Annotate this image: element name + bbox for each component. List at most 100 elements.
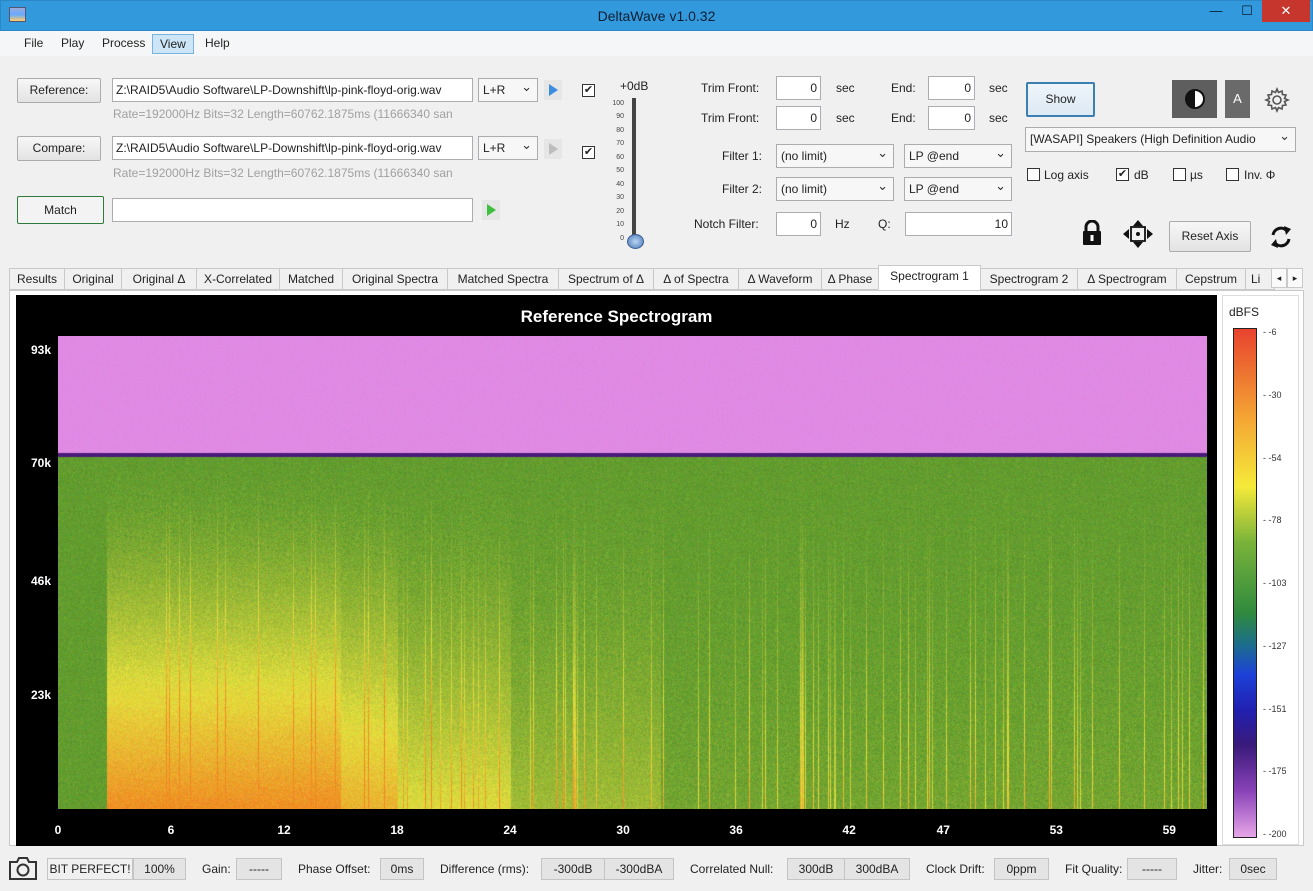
menu-play[interactable]: Play — [54, 34, 91, 54]
spectrogram-plot[interactable]: Reference Spectrogram 0 6 12 18 24 30 36 42 47 53… — [16, 295, 1217, 846]
compare-play-icon[interactable] — [544, 139, 562, 159]
sec-unit: sec — [989, 81, 1008, 95]
phase-offset-value: 0ms — [380, 858, 424, 880]
difference-db-value: -300dB — [541, 858, 605, 880]
gain-value: ----- — [236, 858, 282, 880]
x-tick-label: 0 — [54, 823, 62, 837]
correlated-null-dba-value: 300dBA — [844, 858, 910, 880]
volume-tick: 60 — [616, 154, 624, 161]
reference-button[interactable]: Reference: — [17, 78, 101, 103]
font-size-button[interactable]: A — [1225, 80, 1250, 118]
volume-tick: 90 — [616, 113, 624, 120]
reset-axis-button[interactable]: Reset Axis — [1169, 221, 1251, 252]
tab-delta-phase[interactable]: Δ Phase — [821, 268, 879, 290]
menu-process[interactable]: Process — [95, 34, 152, 54]
tab-original-delta[interactable]: Original Δ — [121, 268, 197, 290]
difference-label: Difference (rms): — [440, 862, 530, 876]
invert-phase-checkbox[interactable] — [1226, 168, 1239, 181]
tab-delta-waveform[interactable]: Δ Waveform — [738, 268, 822, 290]
filter1-select[interactable]: (no limit) — [776, 144, 894, 168]
camera-icon[interactable] — [8, 855, 38, 881]
colorbar-tick-label: - -30 — [1263, 389, 1282, 400]
sec-unit: sec — [989, 111, 1008, 125]
colorbar-tick-label: - -151 — [1263, 703, 1287, 714]
tab-spectrogram-1[interactable]: Spectrogram 1 — [878, 265, 981, 290]
ref-trim-front-input[interactable]: 0 — [776, 76, 821, 100]
show-button[interactable]: Show — [1026, 82, 1095, 117]
volume-tick: 70 — [616, 140, 624, 147]
colorbar-tick-label: - -78 — [1263, 515, 1282, 526]
menu-help[interactable]: Help — [198, 34, 237, 54]
tab-original[interactable]: Original — [64, 268, 122, 290]
cmp-trim-front-input[interactable]: 0 — [776, 106, 821, 130]
app-icon — [9, 7, 26, 22]
volume-tick: 0 — [620, 235, 624, 242]
compare-channel-select[interactable]: L+R — [478, 136, 538, 160]
tab-scroll-right[interactable]: ▸ — [1287, 268, 1303, 288]
tab-delta-spectrogram[interactable]: Δ Spectrogram — [1077, 268, 1177, 290]
correlated-null-label: Correlated Null: — [690, 862, 774, 876]
q-input[interactable]: 10 — [905, 212, 1012, 236]
compare-button[interactable]: Compare: — [17, 136, 101, 161]
filter1-mode-select[interactable]: LP @end — [904, 144, 1012, 168]
filter2-mode-select[interactable]: LP @end — [904, 177, 1012, 201]
tab-spectrum-of-delta[interactable]: Spectrum of Δ — [558, 268, 654, 290]
gain-label: Gain: — [202, 862, 231, 876]
reference-checkbox[interactable]: ✔ — [582, 84, 595, 97]
notch-filter-input[interactable]: 0 — [776, 212, 821, 236]
tab-matched[interactable]: Matched — [279, 268, 343, 290]
refresh-icon[interactable] — [1268, 223, 1294, 251]
colorbar-panel: dBFS - -6 - -30 - -54 - -78 - -103 - -127 - -1… — [1222, 295, 1299, 845]
colorbar-title: dBFS — [1229, 305, 1260, 319]
close-button[interactable]: ✕ — [1262, 0, 1310, 22]
tab-spectrogram-2[interactable]: Spectrogram 2 — [980, 268, 1078, 290]
notch-filter-label: Notch Filter: — [694, 217, 759, 231]
spectrogram-heatmap[interactable] — [58, 336, 1207, 809]
window-title: DeltaWave v1.0.32 — [597, 8, 716, 24]
match-play-icon[interactable] — [482, 200, 500, 220]
volume-slider-thumb[interactable] — [627, 234, 644, 249]
reference-path-input[interactable]: Z:\RAID5\Audio Software\LP-Downshift\lp-… — [112, 78, 473, 102]
chart-title: Reference Spectrogram — [520, 307, 713, 326]
tab-delta-of-spectra[interactable]: Δ of Spectra — [653, 268, 739, 290]
colorbar-tick-label: - -200 — [1263, 829, 1287, 839]
compare-checkbox[interactable]: ✔ — [582, 146, 595, 159]
x-tick-label: 12 — [277, 823, 291, 837]
reference-play-icon[interactable] — [544, 80, 562, 100]
reference-info: Rate=192000Hz Bits=32 Length=60762.1875m… — [113, 107, 453, 121]
maximize-button[interactable]: ☐ — [1232, 0, 1262, 22]
microsec-label: µs — [1190, 168, 1203, 182]
ref-trim-end-input[interactable]: 0 — [928, 76, 975, 100]
menu-bar: File Play Process View Help — [0, 31, 1313, 56]
cmp-trim-end-input[interactable]: 0 — [928, 106, 975, 130]
title-bar: DeltaWave v1.0.32 — [0, 0, 1313, 31]
match-input[interactable] — [112, 198, 473, 222]
pan-move-icon[interactable] — [1123, 220, 1153, 248]
volume-slider-track[interactable] — [632, 98, 636, 242]
x-tick-label: 6 — [167, 823, 175, 837]
reference-channel-select[interactable]: L+R — [478, 78, 538, 102]
log-axis-checkbox[interactable] — [1027, 168, 1040, 181]
db-label: dB — [1134, 168, 1149, 182]
tab-cepstrum[interactable]: Cepstrum — [1176, 268, 1246, 290]
lock-icon[interactable] — [1080, 220, 1104, 246]
colorbar-gradient — [1233, 328, 1257, 838]
compare-path-input[interactable]: Z:\RAID5\Audio Software\LP-Downshift\lp-… — [112, 136, 473, 160]
sec-unit: sec — [836, 81, 855, 95]
match-button[interactable]: Match — [17, 196, 104, 224]
contrast-button[interactable] — [1172, 80, 1217, 118]
y-tick-label: 93k — [30, 342, 51, 357]
microsec-checkbox[interactable] — [1173, 168, 1186, 181]
tab-scroll-left[interactable]: ◂ — [1271, 268, 1287, 288]
filter2-select[interactable]: (no limit) — [776, 177, 894, 201]
tab-results[interactable]: Results — [9, 268, 65, 290]
tab-x-correlated[interactable]: X-Correlated — [196, 268, 280, 290]
menu-view[interactable]: View — [152, 34, 194, 54]
db-checkbox[interactable]: ✔ — [1116, 168, 1129, 181]
menu-file[interactable]: File — [17, 34, 50, 54]
output-device-select[interactable]: [WASAPI] Speakers (High Definition Audio — [1025, 127, 1296, 152]
tab-original-spectra[interactable]: Original Spectra — [342, 268, 448, 290]
minimize-button[interactable]: — — [1201, 0, 1231, 22]
gear-icon[interactable] — [1264, 87, 1290, 113]
tab-matched-spectra[interactable]: Matched Spectra — [447, 268, 559, 290]
